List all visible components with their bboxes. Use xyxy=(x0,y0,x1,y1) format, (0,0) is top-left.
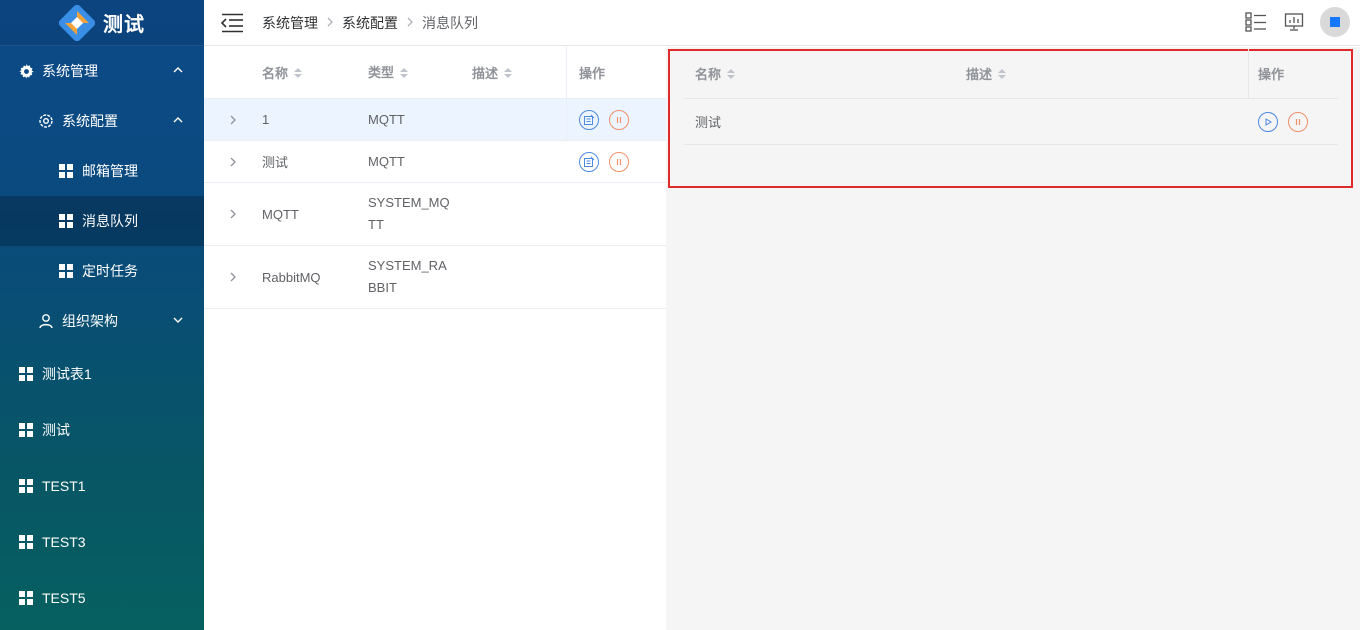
queue-table: 名称 类型 描述 操作 1 MQTT 测试 MQTT MQTT SYSTEM_M… xyxy=(204,47,666,630)
grid-icon xyxy=(58,263,74,279)
sort-icon[interactable] xyxy=(504,67,513,78)
cell-name: MQTT xyxy=(262,206,299,222)
table-row[interactable]: 测试 MQTT xyxy=(204,141,666,183)
sidebar-item-test-table-1[interactable]: 测试表1 xyxy=(0,346,204,402)
grid-icon xyxy=(58,163,74,179)
sidebar-item-label: 消息队列 xyxy=(82,213,138,229)
expand-row-icon[interactable] xyxy=(204,272,262,282)
column-header-desc[interactable]: 描述 xyxy=(472,63,513,82)
sidebar-item-organization[interactable]: 组织架构 xyxy=(0,296,204,346)
column-header-name[interactable]: 名称 xyxy=(262,63,303,82)
sidebar: 测试 系统管理 系统配置 邮箱管理 消息队列 定时任务 组织架构 测试表1 测试… xyxy=(0,0,204,630)
sidebar-item-test1[interactable]: TEST1 xyxy=(0,458,204,514)
user-icon xyxy=(38,313,54,329)
breadcrumb-current: 消息队列 xyxy=(422,14,478,31)
grid-icon xyxy=(18,478,34,494)
column-header-actions: 操作 xyxy=(1258,67,1285,82)
subscription-table: 名称 描述 操作 测试 xyxy=(684,49,1338,145)
grid-icon xyxy=(58,213,74,229)
cell-type: SYSTEM_MQTT xyxy=(368,195,450,232)
expand-row-icon[interactable] xyxy=(204,157,262,167)
breadcrumb-item[interactable]: 系统管理 xyxy=(262,13,318,33)
grid-icon xyxy=(18,422,34,438)
sidebar-item-scheduled-tasks[interactable]: 定时任务 xyxy=(0,246,204,296)
sidebar-item-system-management[interactable]: 系统管理 xyxy=(0,46,204,96)
logo-icon xyxy=(58,4,96,41)
sidebar-item-label: 测试表1 xyxy=(42,366,92,382)
pause-icon[interactable] xyxy=(1288,111,1308,132)
column-header-actions: 操作 xyxy=(579,66,606,81)
collapse-menu-icon[interactable] xyxy=(220,13,246,33)
pause-icon[interactable] xyxy=(609,151,629,172)
cell-name: RabbitMQ xyxy=(262,269,321,285)
chevron-up-icon xyxy=(172,113,184,129)
table-row[interactable]: MQTT SYSTEM_MQTT xyxy=(204,183,666,246)
sort-icon[interactable] xyxy=(400,67,409,78)
sidebar-item-label: TEST5 xyxy=(42,590,86,606)
chevron-right-icon xyxy=(406,16,414,30)
header-actions xyxy=(1244,7,1350,37)
sidebar-item-mailbox[interactable]: 邮箱管理 xyxy=(0,146,204,196)
sidebar-item-test3[interactable]: TEST3 xyxy=(0,514,204,570)
avatar-square-icon xyxy=(1330,17,1340,27)
sidebar-item-label: TEST1 xyxy=(42,478,86,494)
edit-icon[interactable] xyxy=(579,109,599,130)
column-header-name[interactable]: 名称 xyxy=(695,64,736,83)
cell-type: MQTT xyxy=(368,111,405,127)
top-header: 系统管理 系统配置 消息队列 xyxy=(204,0,1360,46)
table-header: 名称 描述 操作 xyxy=(684,49,1338,99)
cell-name: 测试 xyxy=(695,115,722,130)
breadcrumb: 系统管理 系统配置 消息队列 xyxy=(262,13,478,33)
user-avatar[interactable] xyxy=(1320,7,1350,37)
detail-panel: 名称 描述 操作 测试 xyxy=(666,47,1360,630)
app-logo[interactable]: 测试 xyxy=(0,0,204,46)
expand-row-icon[interactable] xyxy=(204,209,262,219)
edit-icon[interactable] xyxy=(579,151,599,172)
table-row[interactable]: 1 MQTT xyxy=(204,99,666,141)
sidebar-item-label: 系统配置 xyxy=(62,113,118,129)
sidebar-item-label: 系统管理 xyxy=(42,63,98,79)
gear-icon xyxy=(18,63,34,79)
column-header-desc[interactable]: 描述 xyxy=(966,64,1007,83)
grid-icon xyxy=(18,534,34,550)
sidebar-item-label: 测试 xyxy=(42,422,70,438)
column-header-type[interactable]: 类型 xyxy=(368,62,409,84)
grid-icon xyxy=(18,590,34,606)
cell-name: 1 xyxy=(262,112,270,127)
settings-icon xyxy=(38,113,54,129)
sidebar-item-label: 邮箱管理 xyxy=(82,163,138,179)
cell-type: MQTT xyxy=(368,153,405,169)
sort-icon[interactable] xyxy=(294,67,303,78)
sort-icon[interactable] xyxy=(727,68,736,79)
chevron-down-icon xyxy=(172,313,184,329)
list-view-icon[interactable] xyxy=(1244,10,1268,34)
monitor-icon[interactable] xyxy=(1282,10,1306,34)
sort-icon[interactable] xyxy=(998,68,1007,79)
cell-type: SYSTEM_RABBIT xyxy=(368,258,447,295)
app-title: 测试 xyxy=(103,14,145,36)
chevron-right-icon xyxy=(326,16,334,30)
sidebar-item-label: TEST3 xyxy=(42,534,86,550)
sidebar-item-message-queue[interactable]: 消息队列 xyxy=(0,196,204,246)
pause-icon[interactable] xyxy=(609,109,629,130)
sidebar-item-label: 组织架构 xyxy=(62,313,118,329)
table-header: 名称 类型 描述 操作 xyxy=(204,47,666,99)
table-row[interactable]: 测试 xyxy=(684,99,1338,145)
breadcrumb-item[interactable]: 系统配置 xyxy=(342,13,398,33)
chevron-up-icon xyxy=(172,63,184,79)
sidebar-item-test5[interactable]: TEST5 xyxy=(0,570,204,626)
table-row[interactable]: RabbitMQ SYSTEM_RABBIT xyxy=(204,246,666,309)
sidebar-item-label: 定时任务 xyxy=(82,263,138,279)
play-icon[interactable] xyxy=(1258,111,1278,132)
cell-name: 测试 xyxy=(262,155,289,170)
grid-icon xyxy=(18,366,34,382)
sidebar-item-test[interactable]: 测试 xyxy=(0,402,204,458)
expand-row-icon[interactable] xyxy=(204,115,262,125)
sidebar-item-system-config[interactable]: 系统配置 xyxy=(0,96,204,146)
